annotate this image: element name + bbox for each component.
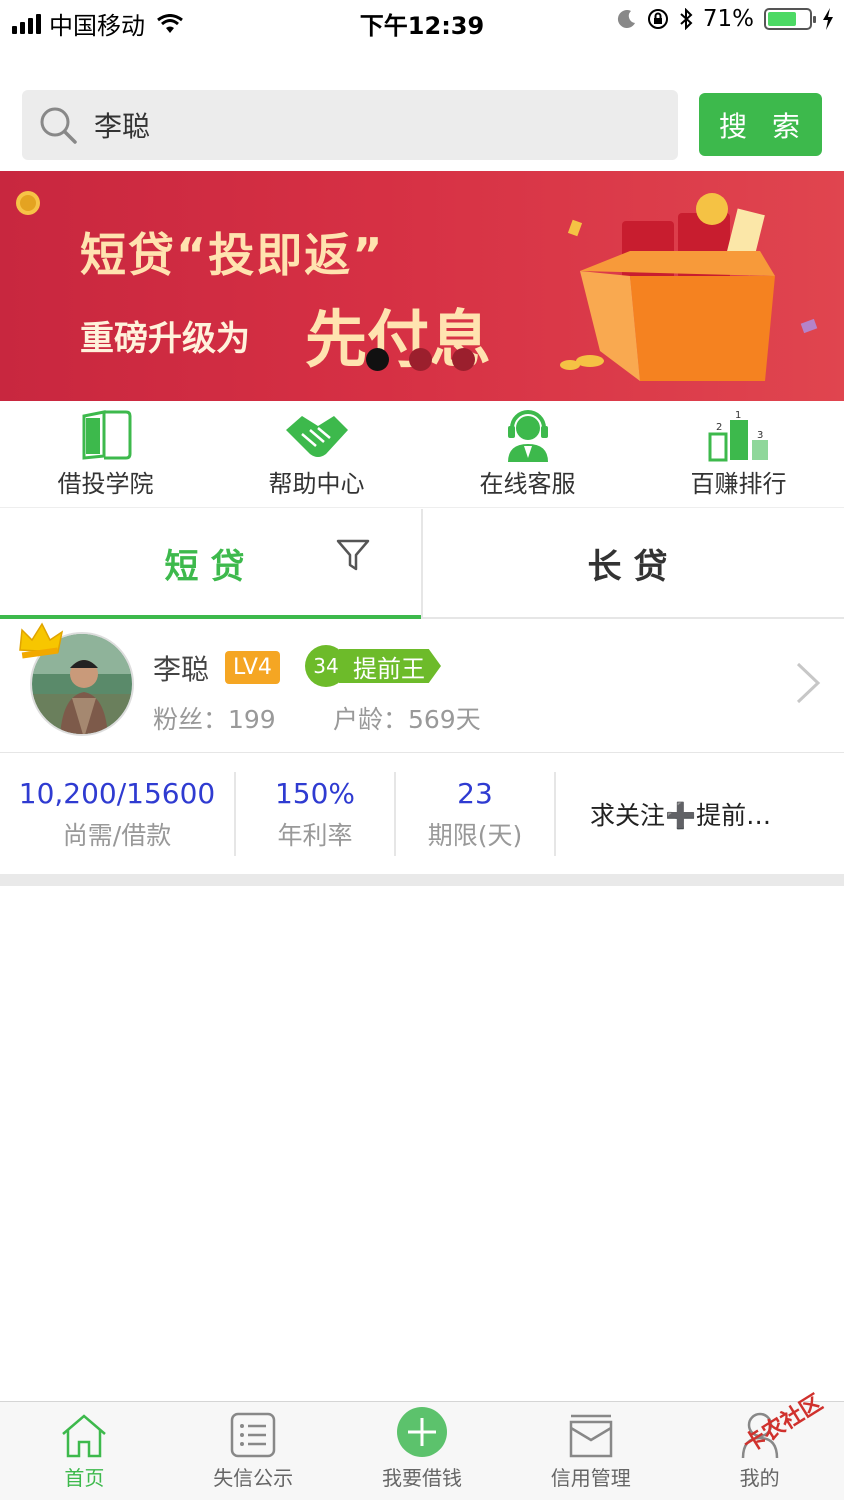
stat-rate: 150% 年利率 bbox=[236, 772, 396, 856]
podium-icon: 2 1 3 bbox=[708, 410, 768, 462]
stat-term: 23 期限(天) bbox=[396, 772, 556, 856]
tab-long-label: 长贷 bbox=[587, 546, 680, 587]
battery-percent: 71% bbox=[702, 6, 754, 32]
search-icon bbox=[40, 107, 77, 144]
book-icon bbox=[82, 410, 131, 460]
home-icon bbox=[62, 1414, 107, 1458]
nav-home[interactable]: 首页 bbox=[0, 1402, 169, 1500]
tray-icon bbox=[569, 1414, 613, 1458]
plus-circle-icon bbox=[396, 1407, 447, 1457]
loan-card-stats[interactable]: 10,200/15600 尚需/借款 150% 年利率 23 期限(天) 求关注… bbox=[0, 754, 844, 874]
svg-text:1: 1 bbox=[735, 410, 741, 421]
quick-nav-ranking[interactable]: 2 1 3 百赚排行 bbox=[633, 402, 844, 507]
quick-nav-label: 借投学院 bbox=[57, 470, 154, 498]
banner-headline: 短贷“投即返” bbox=[80, 228, 385, 282]
battery-fill bbox=[768, 12, 797, 26]
search-input[interactable] bbox=[94, 108, 614, 142]
battery-icon bbox=[764, 8, 816, 30]
crown-icon bbox=[19, 622, 64, 659]
nav-label: 我的 bbox=[739, 1466, 780, 1490]
stat-value: 10,200/15600 bbox=[18, 776, 216, 810]
moon-icon bbox=[617, 10, 635, 29]
banner-subline: 重磅升级为 bbox=[80, 319, 250, 359]
quick-nav-label: 帮助中心 bbox=[268, 470, 365, 498]
chevron-right-icon[interactable] bbox=[793, 660, 823, 706]
nav-borrow[interactable]: 我要借钱 bbox=[338, 1402, 507, 1500]
status-right: 71% bbox=[617, 6, 834, 32]
tab-short-label: 短贷 bbox=[164, 546, 257, 587]
coin-decoration bbox=[16, 191, 40, 215]
level-badge: LV4 bbox=[225, 651, 280, 684]
medal-title: 提前王 bbox=[339, 649, 441, 683]
bluetooth-icon bbox=[680, 8, 693, 30]
nav-label: 信用管理 bbox=[550, 1466, 631, 1490]
borrower-name: 李聪 bbox=[153, 653, 210, 686]
search-button[interactable]: 搜 索 bbox=[699, 93, 822, 156]
tab-long-loan[interactable]: 长贷 bbox=[423, 509, 844, 617]
tab-short-loan[interactable]: 短贷 bbox=[0, 509, 423, 619]
stat-label: 期限(天) bbox=[427, 820, 523, 850]
rotation-lock-icon bbox=[647, 9, 668, 29]
nav-label: 我要借钱 bbox=[381, 1466, 462, 1490]
bottom-nav: 首页 失信公示 我要借钱 信用管理 我的 bbox=[0, 1401, 844, 1500]
banner-dot-2[interactable] bbox=[409, 348, 432, 371]
stat-label: 年利率 bbox=[277, 820, 353, 850]
quick-nav: 借投学院 帮助中心 在线客服 2 1 3 百赚排行 bbox=[0, 402, 844, 508]
filter-icon[interactable] bbox=[335, 537, 371, 573]
quick-nav-help[interactable]: 帮助中心 bbox=[211, 402, 422, 507]
list-icon bbox=[230, 1412, 276, 1458]
account-age: 户龄：569天 bbox=[333, 705, 481, 734]
gift-box-illustration bbox=[560, 193, 818, 381]
nav-label: 首页 bbox=[64, 1466, 105, 1490]
medal-badge: 34 提前王 bbox=[305, 645, 441, 687]
banner-dot-3[interactable] bbox=[452, 348, 475, 371]
nav-blacklist[interactable]: 失信公示 bbox=[169, 1402, 338, 1500]
medal-count: 34 bbox=[305, 645, 347, 687]
promo-banner[interactable]: 短贷“投即返” 重磅升级为 先付息 bbox=[0, 171, 844, 401]
nav-credit[interactable]: 信用管理 bbox=[506, 1402, 675, 1500]
handshake-icon bbox=[285, 416, 348, 457]
stat-amount: 10,200/15600 尚需/借款 bbox=[0, 772, 236, 856]
svg-text:2: 2 bbox=[716, 422, 722, 433]
quick-nav-label: 百赚排行 bbox=[690, 470, 787, 498]
loan-tabs: 短贷 长贷 bbox=[0, 509, 844, 619]
banner-dot-1[interactable] bbox=[366, 348, 389, 371]
loan-note: 求关注➕提前… bbox=[590, 801, 772, 830]
loan-card-header[interactable]: 李聪 LV4 34 提前王 粉丝：199 户龄：569天 bbox=[0, 620, 844, 753]
svg-text:3: 3 bbox=[757, 430, 763, 441]
stat-value: 150% bbox=[274, 776, 356, 810]
quick-nav-support[interactable]: 在线客服 bbox=[422, 402, 633, 507]
section-divider bbox=[0, 874, 844, 886]
quick-nav-label: 在线客服 bbox=[479, 470, 576, 498]
search-box[interactable] bbox=[22, 90, 678, 160]
status-bar: 中国移动 下午12:39 71% bbox=[0, 0, 844, 44]
fans-count: 粉丝：199 bbox=[153, 705, 276, 734]
charging-icon bbox=[823, 8, 833, 30]
stat-value: 23 bbox=[457, 776, 493, 810]
quick-nav-academy[interactable]: 借投学院 bbox=[0, 402, 211, 507]
stat-label: 尚需/借款 bbox=[62, 820, 172, 850]
nav-label: 失信公示 bbox=[213, 1466, 294, 1490]
banner-pagination bbox=[366, 348, 475, 371]
headset-agent-icon bbox=[507, 410, 548, 462]
